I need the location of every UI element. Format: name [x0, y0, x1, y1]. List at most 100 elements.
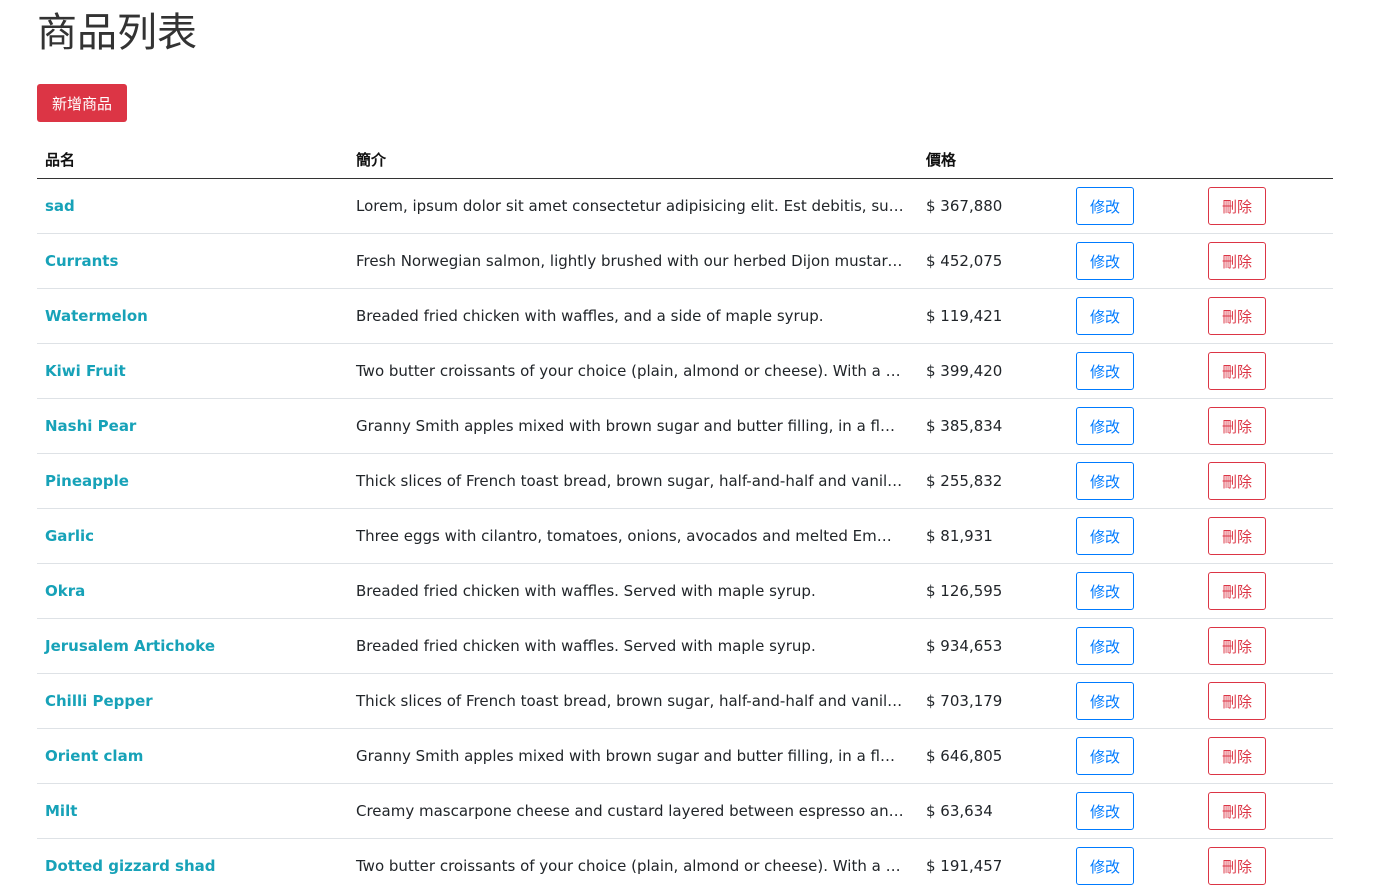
product-name-link[interactable]: Okra — [45, 582, 85, 600]
edit-button[interactable]: 修改 — [1076, 517, 1134, 555]
edit-button[interactable]: 修改 — [1076, 407, 1134, 445]
price-cell: $ 119,421 — [918, 288, 1068, 344]
edit-cell: 修改 — [1068, 233, 1200, 289]
page-title: 商品列表 — [37, 10, 197, 56]
delete-cell: 刪除 — [1200, 343, 1333, 399]
price-cell: $ 367,880 — [918, 178, 1068, 234]
delete-button[interactable]: 刪除 — [1208, 737, 1266, 775]
edit-button[interactable]: 修改 — [1076, 187, 1134, 225]
name-cell: Dotted gizzard shad — [37, 839, 348, 886]
delete-button[interactable]: 刪除 — [1208, 517, 1266, 555]
product-name-link[interactable]: Watermelon — [45, 307, 148, 325]
description-cell: Breaded fried chicken with waffles. Serv… — [348, 618, 918, 674]
product-name-link[interactable]: Pineapple — [45, 472, 129, 490]
add-product-button[interactable]: 新增商品 — [37, 84, 127, 122]
product-table: 品名 簡介 價格 sad Lorem, ipsum dolor sit amet … — [37, 141, 1333, 886]
edit-cell: 修改 — [1068, 618, 1200, 674]
description-cell: Granny Smith apples mixed with brown sug… — [348, 398, 918, 454]
product-name-link[interactable]: Orient clam — [45, 747, 143, 765]
name-cell: Orient clam — [37, 728, 348, 784]
product-name-link[interactable]: Garlic — [45, 527, 94, 545]
product-name-link[interactable]: Chilli Pepper — [45, 692, 153, 710]
name-cell: Kiwi Fruit — [37, 343, 348, 399]
delete-button[interactable]: 刪除 — [1208, 847, 1266, 885]
product-name-link[interactable]: Dotted gizzard shad — [45, 857, 216, 875]
table-body: sad Lorem, ipsum dolor sit amet consectet… — [37, 178, 1333, 886]
edit-button[interactable]: 修改 — [1076, 242, 1134, 280]
table-row: Garlic Three eggs with cilantro, tomatoes… — [37, 508, 1333, 564]
name-cell: Nashi Pear — [37, 398, 348, 454]
product-name-link[interactable]: Kiwi Fruit — [45, 362, 126, 380]
edit-button[interactable]: 修改 — [1076, 847, 1134, 885]
edit-button[interactable]: 修改 — [1076, 352, 1134, 390]
delete-cell: 刪除 — [1200, 288, 1333, 344]
delete-cell: 刪除 — [1200, 233, 1333, 289]
delete-button[interactable]: 刪除 — [1208, 297, 1266, 335]
delete-button[interactable]: 刪除 — [1208, 407, 1266, 445]
delete-cell: 刪除 — [1200, 783, 1333, 839]
table-header: 品名 簡介 價格 — [37, 141, 1333, 179]
edit-cell: 修改 — [1068, 453, 1200, 509]
delete-button[interactable]: 刪除 — [1208, 242, 1266, 280]
delete-button[interactable]: 刪除 — [1208, 187, 1266, 225]
delete-button[interactable]: 刪除 — [1208, 682, 1266, 720]
description-cell: Fresh Norwegian salmon, lightly brushed … — [348, 233, 918, 289]
name-cell: Okra — [37, 563, 348, 619]
edit-cell: 修改 — [1068, 398, 1200, 454]
table-row: Jerusalem Artichoke Breaded fried chicken… — [37, 618, 1333, 674]
edit-cell: 修改 — [1068, 783, 1200, 839]
table-row: Okra Breaded fried chicken with waffles. … — [37, 563, 1333, 619]
delete-cell: 刪除 — [1200, 673, 1333, 729]
description-cell: Breaded fried chicken with waffles, and … — [348, 288, 918, 344]
edit-cell: 修改 — [1068, 673, 1200, 729]
name-cell: Garlic — [37, 508, 348, 564]
edit-button[interactable]: 修改 — [1076, 627, 1134, 665]
price-cell: $ 452,075 — [918, 233, 1068, 289]
product-name-link[interactable]: Nashi Pear — [45, 417, 136, 435]
header-price: 價格 — [918, 141, 1068, 179]
edit-button[interactable]: 修改 — [1076, 572, 1134, 610]
description-cell: Creamy mascarpone cheese and custard lay… — [348, 783, 918, 839]
product-name-link[interactable]: Milt — [45, 802, 77, 820]
delete-button[interactable]: 刪除 — [1208, 627, 1266, 665]
edit-cell: 修改 — [1068, 508, 1200, 564]
delete-button[interactable]: 刪除 — [1208, 572, 1266, 610]
price-cell: $ 255,832 — [918, 453, 1068, 509]
edit-cell: 修改 — [1068, 728, 1200, 784]
description-cell: Thick slices of French toast bread, brow… — [348, 453, 918, 509]
price-cell: $ 126,595 — [918, 563, 1068, 619]
description-cell: Breaded fried chicken with waffles. Serv… — [348, 563, 918, 619]
description-cell: Three eggs with cilantro, tomatoes, onio… — [348, 508, 918, 564]
header-delete-blank — [1200, 141, 1333, 179]
table-row: Dotted gizzard shad Two butter croissants… — [37, 839, 1333, 886]
delete-button[interactable]: 刪除 — [1208, 792, 1266, 830]
edit-button[interactable]: 修改 — [1076, 462, 1134, 500]
delete-cell: 刪除 — [1200, 839, 1333, 886]
edit-cell: 修改 — [1068, 178, 1200, 234]
delete-button[interactable]: 刪除 — [1208, 462, 1266, 500]
table-row: Kiwi Fruit Two butter croissants of your … — [37, 343, 1333, 399]
edit-cell: 修改 — [1068, 839, 1200, 886]
delete-button[interactable]: 刪除 — [1208, 352, 1266, 390]
price-cell: $ 399,420 — [918, 343, 1068, 399]
name-cell: Pineapple — [37, 453, 348, 509]
description-cell: Lorem, ipsum dolor sit amet consectetur … — [348, 178, 918, 234]
price-cell: $ 191,457 — [926, 857, 1003, 875]
delete-cell: 刪除 — [1200, 178, 1333, 234]
description-cell: Two butter croissants of your choice (pl… — [356, 857, 918, 875]
edit-button[interactable]: 修改 — [1076, 737, 1134, 775]
name-cell: Milt — [37, 783, 348, 839]
price-cell: $ 934,653 — [918, 618, 1068, 674]
description-cell: Thick slices of French toast bread, brow… — [348, 673, 918, 729]
product-name-link[interactable]: Jerusalem Artichoke — [45, 637, 215, 655]
product-name-link[interactable]: sad — [45, 197, 75, 215]
edit-button[interactable]: 修改 — [1076, 792, 1134, 830]
product-name-link[interactable]: Currants — [45, 252, 118, 270]
price-cell: $ 703,179 — [918, 673, 1068, 729]
table-row: Currants Fresh Norwegian salmon, lightly … — [37, 233, 1333, 289]
edit-button[interactable]: 修改 — [1076, 682, 1134, 720]
edit-button[interactable]: 修改 — [1076, 297, 1134, 335]
delete-cell: 刪除 — [1200, 398, 1333, 454]
product-list-page: 商品列表 新增商品 品名 簡介 價格 sad Lorem, ipsum dolor… — [0, 0, 1386, 886]
description-cell: Granny Smith apples mixed with brown sug… — [348, 728, 918, 784]
